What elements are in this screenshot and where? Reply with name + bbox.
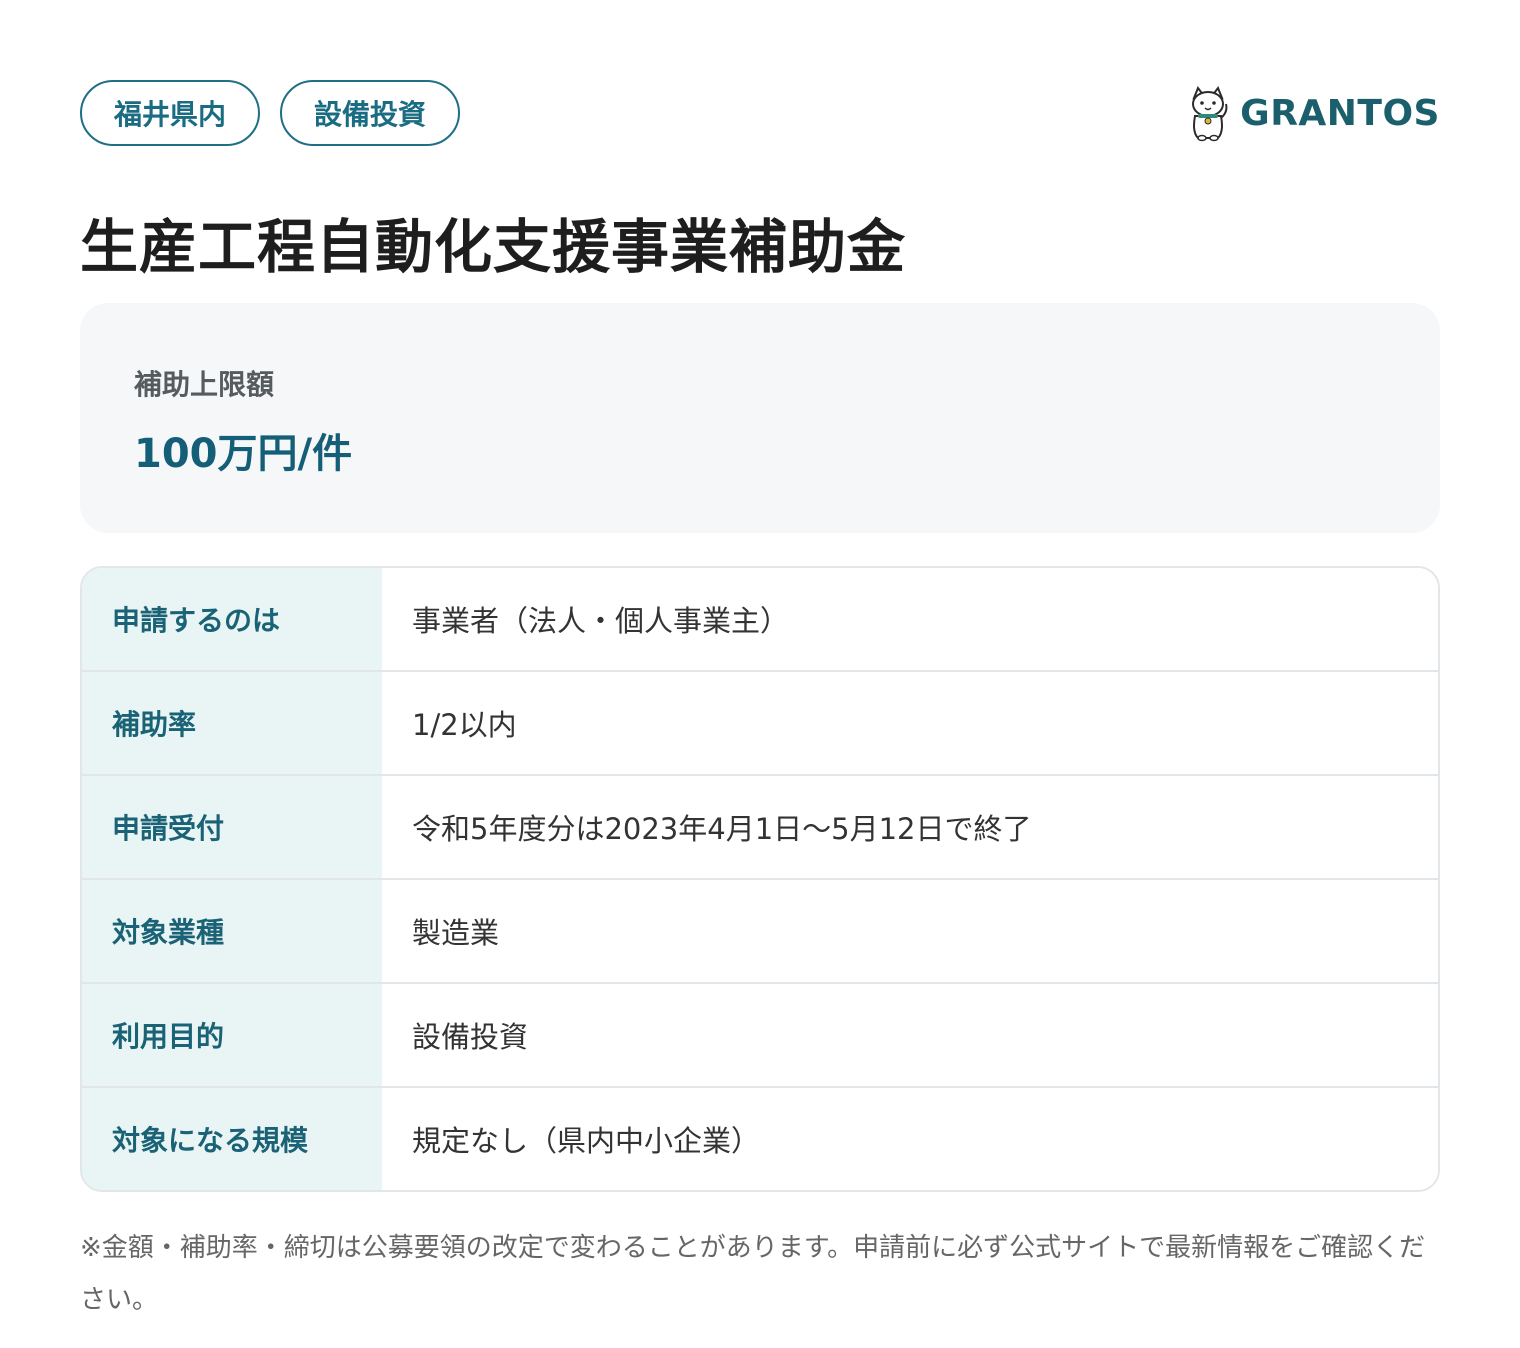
max-amount-panel: 補助上限額 100万円/件 xyxy=(80,303,1440,533)
tag-prefecture[interactable]: 福井県内 xyxy=(80,80,261,146)
page-title: 生産工程自動化支援事業補助金 xyxy=(80,213,907,281)
row-key-industry: 対象業種 xyxy=(82,880,382,982)
row-value-industry: 製造業 xyxy=(382,880,1438,982)
tag-list: 福井県内 設備投資 xyxy=(80,80,461,146)
brand-name: GRANTOS xyxy=(1240,92,1440,134)
table-row: 補助率 1/2以内 xyxy=(82,670,1438,774)
disclaimer-note: ※金額・補助率・締切は公募要領の改定で変わることがあります。申請前に必ず公式サイ… xyxy=(80,1233,1426,1315)
grant-detail-table: 申請するのは 事業者（法人・個人事業主） 補助率 1/2以内 申請受付 令和5年… xyxy=(80,566,1440,1192)
row-key-application-period: 申請受付 xyxy=(82,776,382,878)
row-value-scale: 規定なし（県内中小企業） xyxy=(382,1088,1438,1190)
maneki-neko-icon xyxy=(1192,85,1228,142)
row-key-applicant: 申請するのは xyxy=(82,568,382,670)
brand-logo[interactable]: GRANTOS xyxy=(1186,84,1440,142)
row-value-application-period: 令和5年度分は2023年4月1日〜5月12日で終了 xyxy=(382,776,1438,878)
row-value-applicant: 事業者（法人・個人事業主） xyxy=(382,568,1438,670)
max-amount-label: 補助上限額 xyxy=(134,368,275,401)
row-value-subsidy-rate: 1/2以内 xyxy=(382,672,1438,774)
row-key-subsidy-rate: 補助率 xyxy=(82,672,382,774)
row-key-purpose: 利用目的 xyxy=(82,984,382,1086)
row-value-purpose: 設備投資 xyxy=(382,984,1438,1086)
table-row: 申請受付 令和5年度分は2023年4月1日〜5月12日で終了 xyxy=(82,774,1438,878)
max-amount-value: 100万円/件 xyxy=(134,431,353,477)
table-row: 利用目的 設備投資 xyxy=(82,982,1438,1086)
table-row: 対象業種 製造業 xyxy=(82,878,1438,982)
table-row: 対象になる規模 規定なし（県内中小企業） xyxy=(82,1086,1438,1190)
row-key-scale: 対象になる規模 xyxy=(82,1088,382,1190)
tag-purpose[interactable]: 設備投資 xyxy=(280,80,461,146)
table-row: 申請するのは 事業者（法人・個人事業主） xyxy=(82,568,1438,670)
